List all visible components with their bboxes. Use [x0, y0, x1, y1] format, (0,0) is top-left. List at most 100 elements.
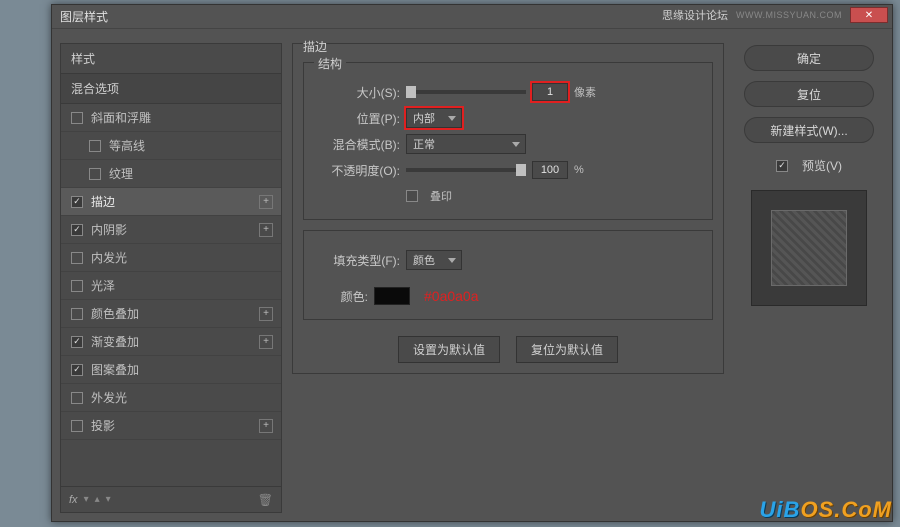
checkbox-icon[interactable] [71, 308, 83, 320]
style-item[interactable]: 内发光 [61, 244, 281, 272]
blend-value: 正常 [413, 136, 435, 152]
color-swatch[interactable] [374, 287, 410, 305]
checkbox-icon[interactable] [71, 420, 83, 432]
checkbox-icon[interactable] [89, 140, 101, 152]
add-effect-icon[interactable]: + [259, 335, 273, 349]
fx-label[interactable]: fx [69, 494, 78, 506]
blend-label: 混合模式(B): [318, 136, 400, 153]
styles-box: 样式 混合选项 斜面和浮雕等高线纹理描边+内阴影+内发光光泽颜色叠加+渐变叠加+… [60, 43, 282, 513]
style-item-label: 光泽 [91, 277, 115, 294]
layer-style-dialog: 图层样式 思缘设计论坛 WWW.MISSYUAN.COM ✕ 样式 混合选项 斜… [51, 4, 893, 522]
overprint-checkbox[interactable]: 叠印 [406, 188, 452, 204]
action-panel: 确定 复位 新建样式(W)... 预览(V) [734, 43, 884, 513]
style-item[interactable]: 等高线 [61, 132, 281, 160]
add-effect-icon[interactable]: + [259, 419, 273, 433]
filltype-row: 填充类型(F): 颜色 [318, 247, 698, 273]
position-dropdown[interactable]: 内部 [406, 108, 462, 128]
blend-row: 混合模式(B): 正常 [318, 131, 698, 157]
trash-icon[interactable]: 🗑 [258, 493, 273, 507]
color-label: 颜色: [318, 288, 368, 305]
style-item-label: 描边 [91, 193, 115, 210]
position-row: 位置(P): 内部 [318, 105, 698, 131]
arrow-down2-icon[interactable]: ▾ [106, 494, 111, 505]
style-item[interactable]: 光泽 [61, 272, 281, 300]
style-item[interactable]: 描边 + [61, 188, 281, 216]
styles-footer: fx ▾ ▴ ▾ 🗑 [61, 486, 281, 512]
add-effect-icon[interactable]: + [259, 195, 273, 209]
opacity-row: 不透明度(O): % [318, 157, 698, 183]
brand-url: WWW.MISSYUAN.COM [736, 10, 842, 20]
style-item[interactable]: 纹理 [61, 160, 281, 188]
checkbox-icon[interactable] [71, 280, 83, 292]
window-title: 图层样式 [60, 8, 108, 25]
styles-header: 样式 [61, 44, 281, 74]
filltype-label: 填充类型(F): [318, 252, 400, 269]
style-item-label: 内阴影 [91, 221, 127, 238]
titlebar-right: 思缘设计论坛 WWW.MISSYUAN.COM ✕ [662, 7, 888, 23]
filltype-value: 颜色 [413, 252, 435, 268]
style-item-label: 内发光 [91, 249, 127, 266]
preview-box [751, 190, 867, 306]
size-input[interactable] [532, 83, 568, 101]
checkbox-icon[interactable] [89, 168, 101, 180]
filltype-dropdown[interactable]: 颜色 [406, 250, 462, 270]
arrow-down-icon[interactable]: ▾ [84, 494, 89, 505]
size-label: 大小(S): [318, 84, 400, 101]
close-button[interactable]: ✕ [850, 7, 888, 23]
style-item[interactable]: 外发光 [61, 384, 281, 412]
default-buttons: 设置为默认值 复位为默认值 [303, 336, 713, 363]
color-row: 颜色: #0a0a0a [318, 283, 698, 309]
preview-checkbox[interactable]: 预览(V) [776, 157, 842, 174]
add-effect-icon[interactable]: + [259, 307, 273, 321]
arrow-up-icon[interactable]: ▴ [95, 494, 100, 505]
options-panel: 描边 结构 大小(S): 像素 位置(P): 内部 混合模式(B): [292, 43, 724, 513]
style-item[interactable]: 斜面和浮雕 [61, 104, 281, 132]
style-item[interactable]: 颜色叠加 + [61, 300, 281, 328]
preview-swatch [771, 210, 847, 286]
preview-label: 预览(V) [802, 157, 842, 174]
new-style-button[interactable]: 新建样式(W)... [744, 117, 874, 143]
size-slider[interactable] [406, 90, 526, 94]
fill-group: 填充类型(F): 颜色 颜色: #0a0a0a [303, 230, 713, 320]
style-item[interactable]: 投影+ [61, 412, 281, 440]
style-item-label: 纹理 [109, 165, 133, 182]
reset-default-button[interactable]: 复位为默认值 [516, 336, 618, 363]
checkbox-icon[interactable] [71, 336, 83, 348]
style-item-label: 颜色叠加 [91, 305, 139, 322]
checkbox-icon[interactable] [71, 112, 83, 124]
position-value: 内部 [413, 110, 435, 126]
checkbox-icon [776, 160, 788, 172]
checkbox-icon[interactable] [71, 364, 83, 376]
style-item[interactable]: 图案叠加 [61, 356, 281, 384]
blend-dropdown[interactable]: 正常 [406, 134, 526, 154]
style-item-label: 等高线 [109, 137, 145, 154]
watermark: UiBOS.CoM [760, 497, 892, 523]
opacity-unit: % [574, 164, 584, 176]
checkbox-icon[interactable] [71, 196, 83, 208]
set-default-button[interactable]: 设置为默认值 [398, 336, 500, 363]
checkbox-icon[interactable] [71, 252, 83, 264]
titlebar: 图层样式 思缘设计论坛 WWW.MISSYUAN.COM ✕ [52, 5, 892, 29]
style-item-label: 外发光 [91, 389, 127, 406]
ok-button[interactable]: 确定 [744, 45, 874, 71]
style-item[interactable]: 渐变叠加+ [61, 328, 281, 356]
style-item[interactable]: 内阴影 + [61, 216, 281, 244]
color-hex: #0a0a0a [424, 288, 479, 304]
checkbox-icon [406, 190, 418, 202]
styles-panel: 样式 混合选项 斜面和浮雕等高线纹理描边+内阴影+内发光光泽颜色叠加+渐变叠加+… [60, 43, 282, 513]
checkbox-icon[interactable] [71, 392, 83, 404]
opacity-input[interactable] [532, 161, 568, 179]
opacity-slider[interactable] [406, 168, 526, 172]
cancel-button[interactable]: 复位 [744, 81, 874, 107]
position-label: 位置(P): [318, 110, 400, 127]
stroke-title: 描边 [303, 38, 327, 55]
checkbox-icon[interactable] [71, 224, 83, 236]
add-effect-icon[interactable]: + [259, 223, 273, 237]
structure-title: 结构 [314, 55, 346, 72]
blend-options[interactable]: 混合选项 [61, 74, 281, 104]
style-list: 斜面和浮雕等高线纹理描边+内阴影+内发光光泽颜色叠加+渐变叠加+图案叠加外发光投… [61, 104, 281, 486]
style-item-label: 图案叠加 [91, 361, 139, 378]
dialog-body: 样式 混合选项 斜面和浮雕等高线纹理描边+内阴影+内发光光泽颜色叠加+渐变叠加+… [52, 35, 892, 521]
size-row: 大小(S): 像素 [318, 79, 698, 105]
size-unit: 像素 [574, 84, 596, 100]
